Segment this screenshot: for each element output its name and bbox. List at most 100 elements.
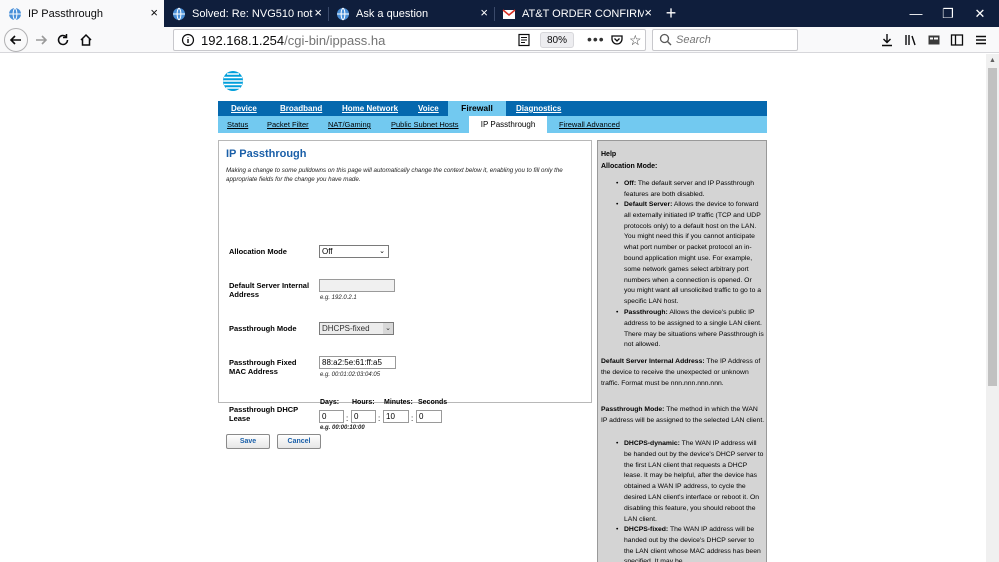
lease-days-label: Days: [320,399,340,406]
mac-address-label: Passthrough Fixed MAC Address [229,358,297,376]
default-server-label: Default Server Internal Address [229,281,310,299]
ip-passthrough-form: IP Passthrough Making a change to some p… [218,140,592,449]
nav-home-network[interactable]: Home Network [342,101,398,116]
tab-att-order[interactable]: AT&T ORDER CONFIRMATION × [494,0,658,27]
home-icon [80,33,92,46]
lease-hours-label: Hours: [352,399,375,406]
sidebar-icon [950,34,964,46]
subnav-firewall-advanced[interactable]: Firewall Advanced [559,116,620,133]
scroll-thumb[interactable] [988,68,997,386]
help-panel: Help Allocation Mode: Off: The default s… [597,140,767,562]
subnav-public-subnet-hosts[interactable]: Public Subnet Hosts [391,116,459,133]
hamburger-menu-icon [976,35,986,45]
dhcp-lease-label: Passthrough DHCP Lease [229,405,299,423]
library-icon [905,35,916,46]
nav-firewall[interactable]: Firewall [448,101,506,116]
att-globe-logo [223,71,243,91]
tab-title: AT&T ORDER CONFIRMATION [522,7,644,20]
lease-days-input[interactable] [319,410,344,423]
tab-nvg510[interactable]: Solved: Re: NVG510 not bridgе × [164,0,328,27]
reload-button[interactable] [52,29,74,51]
url-host: 192.168.1.254 [201,33,285,48]
close-icon[interactable]: × [644,6,652,20]
downloads-button[interactable] [878,31,896,49]
subnav-status[interactable]: Status [227,116,248,133]
globe-icon [9,7,21,20]
help-title: Help [601,151,617,158]
close-icon[interactable]: × [480,6,488,20]
info-icon[interactable] [181,33,195,47]
zoom-level-button[interactable]: 80% [540,32,575,48]
default-server-example: e.g. 192.0.2.1 [320,295,357,301]
passthrough-mode-label: Passthrough Mode [229,324,297,333]
page-actions-icon[interactable]: ••• [587,31,605,47]
lease-separator: : [378,414,381,423]
lease-separator: : [411,414,414,423]
url-path: /cgi-bin/ippass.ha [284,33,386,48]
pocket-icon[interactable] [610,33,624,47]
subnav-ip-passthrough[interactable]: IP Passthrough [469,116,547,133]
lease-seconds-label: Seconds [418,399,448,406]
reload-icon [57,34,69,46]
tab-title: Ask a question [356,7,429,20]
chevron-down-icon: ⌄ [383,323,393,334]
mac-address-input[interactable] [319,356,396,369]
globe-icon [337,7,349,20]
tab-ip-passthrough[interactable]: IP Passthrough × [0,0,164,27]
page-scrollbar[interactable]: ▲ [986,54,999,562]
chevron-down-icon: ⌄ [379,248,385,255]
nav-voice[interactable]: Voice [418,101,439,116]
search-box[interactable] [652,29,798,51]
help-allocation-heading: Allocation Mode: [601,163,658,170]
allocation-mode-select[interactable]: Off ⌄ [319,245,389,258]
close-icon[interactable]: × [314,6,322,20]
subnav-nat-gaming[interactable]: NAT/Gaming [328,116,371,133]
help-item-off: Off: The default server and IP Passthrou… [616,179,764,201]
nav-diagnostics[interactable]: Diagnostics [516,101,561,116]
nav-device[interactable]: Device [231,101,257,116]
page-title: IP Passthrough [226,148,307,160]
page-viewport: Device Broadband Home Network Voice Fire… [0,54,986,562]
navigation-bar: 192.168.1.254/cgi-bin/ippass.ha 80% ••• … [0,27,999,53]
home-button[interactable] [75,29,97,51]
url-bar[interactable]: 192.168.1.254/cgi-bin/ippass.ha 80% ••• … [173,29,646,51]
bookmark-star-icon[interactable]: ☆ [629,32,642,49]
passthrough-mode-select[interactable]: DHCPS-fixed ⌄ [319,322,394,335]
sidebar-toggle-button[interactable] [925,31,943,49]
gmail-icon [502,8,516,19]
url-text[interactable]: 192.168.1.254/cgi-bin/ippass.ha [201,33,385,48]
arrow-right-icon [36,35,48,45]
library-button[interactable] [902,31,920,49]
default-server-input[interactable] [319,279,395,292]
tab-ask-question[interactable]: Ask a question × [328,0,494,27]
lease-seconds-input[interactable] [416,410,442,423]
screenshot-icon [928,35,940,45]
menu-button[interactable] [972,31,990,49]
scroll-up-arrow-icon[interactable]: ▲ [986,54,999,67]
passthrough-mode-value: DHCPS-fixed [322,324,370,333]
new-tab-button[interactable]: + [661,3,681,23]
mac-address-example: e.g. 00:01:02:03:04:05 [320,372,381,378]
help-passthrough-mode: Passthrough Mode: The method in which th… [601,406,765,424]
search-input[interactable] [676,32,794,48]
close-icon[interactable]: × [150,6,158,20]
close-window-button[interactable]: ✕ [961,0,999,27]
lease-minutes-input[interactable] [383,410,409,423]
allocation-mode-value: Off [322,247,333,256]
reader-view-icon[interactable] [517,33,531,47]
help-default-server-address: Default Server Internal Address: The IP … [601,358,761,387]
lease-hours-input[interactable] [351,410,376,423]
save-button[interactable]: Save [226,434,270,449]
nav-broadband[interactable]: Broadband [280,101,322,116]
tab-title: IP Passthrough [28,7,104,20]
search-icon [659,33,672,46]
router-sub-nav: Status Packet Filter NAT/Gaming Public S… [218,116,767,133]
help-item-dhcps-dynamic: DHCPS-dynamic: The WAN IP address will b… [616,439,764,525]
tab-strip: IP Passthrough × Solved: Re: NVG510 not … [0,0,999,27]
sidebars-button[interactable] [948,31,966,49]
forward-button[interactable] [30,29,52,51]
help-item-default-server: Default Server: Allows the device to for… [616,200,764,308]
cancel-button[interactable]: Cancel [277,434,321,449]
back-button[interactable] [4,28,28,52]
subnav-packet-filter[interactable]: Packet Filter [267,116,309,133]
